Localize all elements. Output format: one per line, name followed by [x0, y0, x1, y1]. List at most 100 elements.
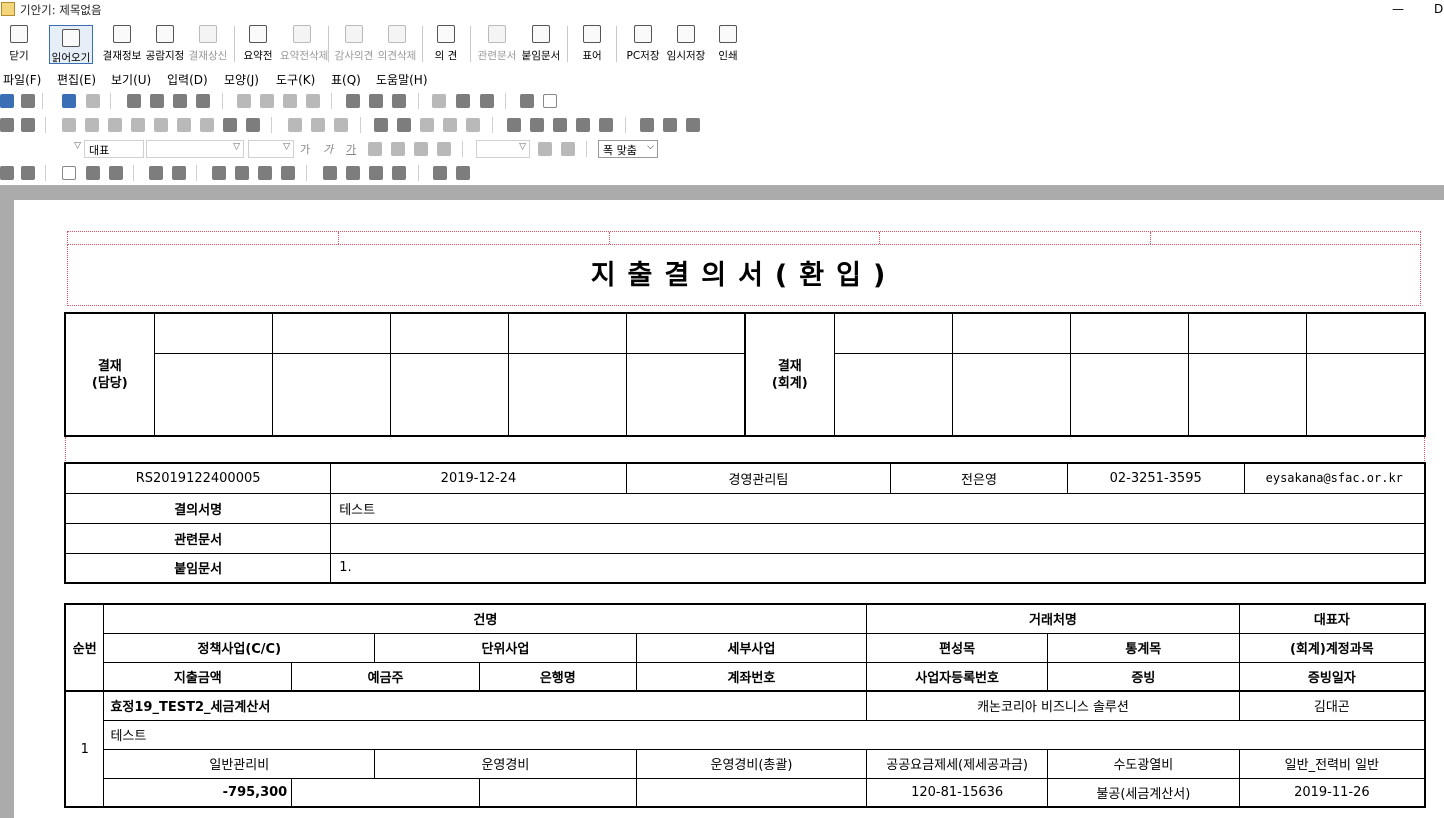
cell-color-icon[interactable] [21, 166, 35, 180]
dictionary-icon[interactable] [456, 94, 470, 108]
indent-decrease-icon[interactable] [538, 142, 552, 156]
border-inner-icon[interactable] [369, 166, 383, 180]
menu-tools[interactable]: 도구(K) [276, 71, 315, 88]
align-justify-icon[interactable] [368, 142, 382, 156]
bold-button[interactable]: 가 [300, 141, 310, 157]
summary-button[interactable]: 요약전 [240, 22, 276, 66]
temp-save-button[interactable]: 임시저장 [665, 22, 707, 66]
summary-delete-button[interactable]: 요약전삭제 [280, 22, 328, 66]
approval-sign-cell[interactable] [626, 352, 746, 437]
item-holder[interactable] [291, 777, 480, 808]
attach-doc-button[interactable]: 붙임문서 [520, 22, 562, 66]
item-account-item[interactable]: 일반_전력비 일반 [1238, 748, 1426, 779]
item-proof-date[interactable]: 2019-11-26 [1238, 777, 1426, 808]
align-left-obj-icon[interactable] [420, 118, 434, 132]
item-unit-project[interactable]: 운영경비 [374, 748, 637, 779]
spell-icon[interactable] [432, 94, 446, 108]
replace-icon[interactable] [369, 94, 383, 108]
send-back-icon[interactable] [397, 118, 411, 132]
approval-sign-cell[interactable] [1069, 352, 1190, 437]
item-policy-project[interactable]: 일반관리비 [103, 748, 376, 779]
approval-sign-cell[interactable] [153, 352, 273, 437]
flip-icon[interactable] [530, 118, 544, 132]
char-shape-icon[interactable] [237, 94, 251, 108]
cell-download-icon[interactable] [281, 166, 295, 180]
line-spacing-select[interactable]: ▽ [476, 140, 530, 158]
slogan-button[interactable]: 표어 [576, 22, 608, 66]
approval-sign-cell[interactable] [833, 352, 953, 437]
style-select[interactable]: 대표 [84, 140, 144, 158]
sum-icon[interactable] [456, 166, 470, 180]
approval-sign-cell[interactable] [1188, 352, 1308, 437]
split-icon[interactable] [172, 166, 186, 180]
pen-icon[interactable] [200, 118, 214, 132]
item-proof[interactable]: 불공(세금계산서) [1047, 777, 1240, 808]
approval-title-cell[interactable] [951, 312, 1071, 354]
approval-title-cell[interactable] [271, 312, 391, 354]
arc-icon[interactable] [131, 118, 145, 132]
find-icon[interactable] [346, 94, 360, 108]
approval-title-cell[interactable] [1069, 312, 1190, 354]
new-doc-icon[interactable] [0, 94, 14, 108]
underline-button[interactable]: 가 [346, 141, 356, 157]
pc-save-button[interactable]: PC저장 [623, 22, 663, 66]
item-sub-project[interactable]: 운영경비(총괄) [635, 748, 868, 779]
audit-opinion-button[interactable]: 감사의견 [332, 22, 376, 66]
style-dropdown-arrow[interactable]: ▽ [0, 140, 84, 158]
approval-title-cell[interactable] [1188, 312, 1308, 354]
approval-sign-cell[interactable] [508, 352, 628, 437]
approval-title-cell[interactable] [1306, 312, 1426, 354]
border-none-icon[interactable] [392, 166, 406, 180]
align-left-icon[interactable] [391, 142, 405, 156]
column-icon[interactable] [306, 94, 320, 108]
border-all-icon[interactable] [323, 166, 337, 180]
style-icon[interactable] [283, 94, 297, 108]
item-account-number[interactable] [635, 777, 868, 808]
rectangle-icon[interactable] [85, 118, 99, 132]
col-insert-icon[interactable] [212, 166, 226, 180]
approval-title-cell[interactable] [153, 312, 273, 354]
pin-icon[interactable] [599, 118, 613, 132]
open-button[interactable]: 읽어오기 [49, 25, 93, 64]
align-right-obj-icon[interactable] [466, 118, 480, 132]
para-shape-icon[interactable] [260, 94, 274, 108]
format-paint-icon[interactable] [196, 94, 210, 108]
item-stat-item[interactable]: 수도광열비 [1047, 748, 1240, 779]
approval-title-cell[interactable] [508, 312, 628, 354]
item-representative[interactable]: 김대곤 [1238, 690, 1426, 721]
approval-title-cell[interactable] [833, 312, 953, 354]
bring-front-icon[interactable] [374, 118, 388, 132]
menu-view[interactable]: 보기(U) [111, 71, 151, 88]
field-grid-icon[interactable] [686, 118, 700, 132]
indent-increase-icon[interactable] [561, 142, 575, 156]
merge-icon[interactable] [149, 166, 163, 180]
play-icon[interactable] [576, 118, 590, 132]
print-button[interactable]: 인쇄 [712, 22, 744, 66]
row-insert-icon[interactable] [86, 166, 100, 180]
undo-icon[interactable] [62, 94, 76, 108]
multi-select-icon[interactable] [311, 118, 325, 132]
approval-title-cell[interactable] [626, 312, 746, 354]
goto-icon[interactable] [392, 94, 406, 108]
item-amount[interactable]: -795,300 [103, 777, 293, 808]
circulation-button[interactable]: 공람지정 [145, 22, 185, 66]
align-center-obj-icon[interactable] [443, 118, 457, 132]
approval-sign-cell[interactable] [271, 352, 391, 437]
memo-icon[interactable] [480, 94, 494, 108]
approval-sign-cell[interactable] [1306, 352, 1426, 437]
polygon-icon[interactable] [154, 118, 168, 132]
attachments-value[interactable]: 1. [330, 552, 1426, 584]
approval-sign-cell[interactable] [389, 352, 510, 437]
close-button[interactable]: 닫기 [2, 22, 36, 66]
approval-title-cell[interactable] [389, 312, 510, 354]
formula-icon[interactable] [433, 166, 447, 180]
cell-size-icon[interactable] [258, 166, 272, 180]
table-grid-icon[interactable] [62, 166, 76, 180]
menu-file[interactable]: 파일(F) [3, 71, 41, 88]
approval-info-button[interactable]: 결재정보 [101, 22, 143, 66]
align-right-icon[interactable] [437, 142, 451, 156]
minimize-button[interactable]: — [1392, 2, 1404, 16]
menu-help[interactable]: 도움말(H) [376, 71, 428, 88]
table-icon[interactable] [543, 94, 557, 108]
menu-format[interactable]: 모양(J) [224, 71, 259, 88]
